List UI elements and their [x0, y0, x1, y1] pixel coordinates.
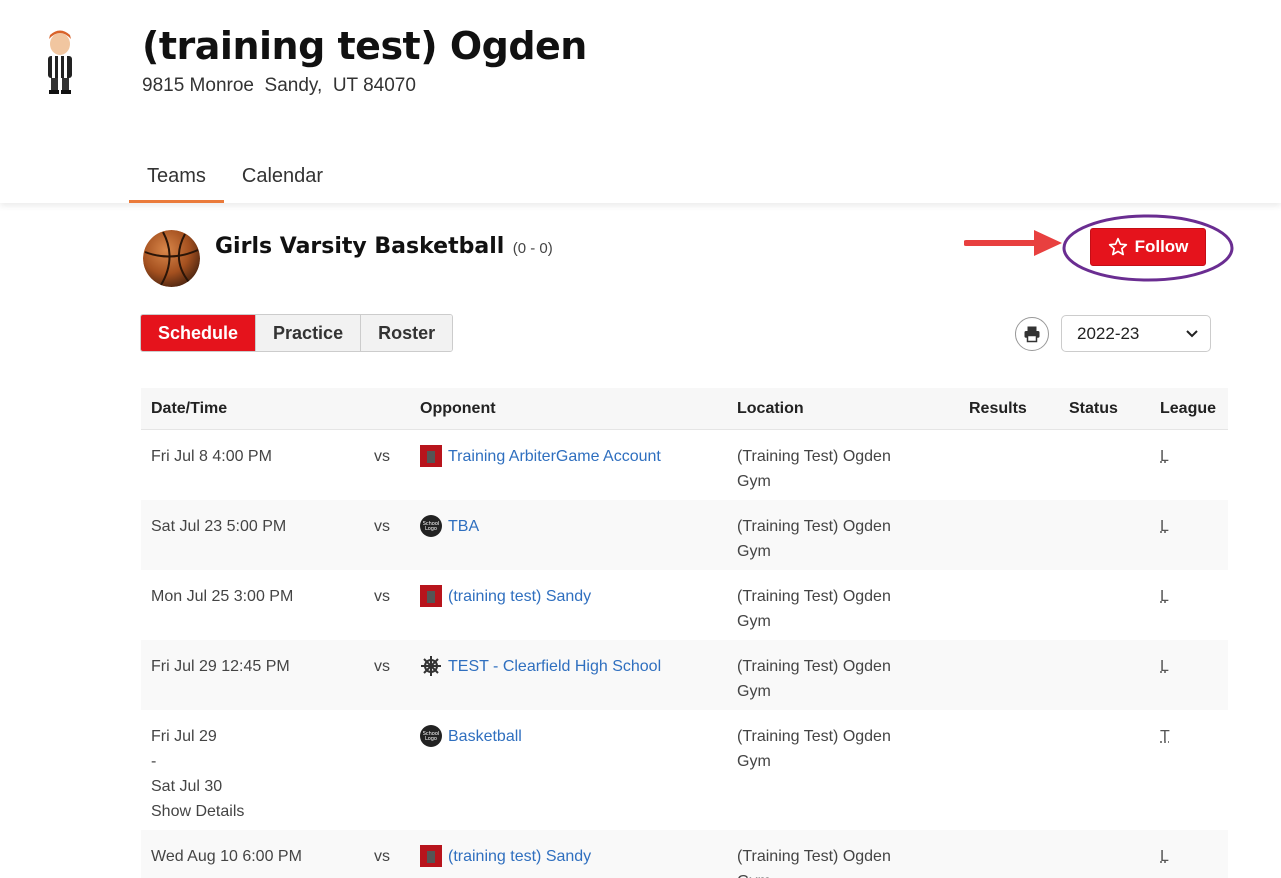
- row-location: (Training Test) Ogden: [737, 658, 891, 675]
- subtab-roster[interactable]: Roster: [361, 315, 453, 351]
- show-details-link[interactable]: Show Details: [151, 799, 244, 824]
- ship-wheel-icon: [421, 656, 441, 676]
- school-address: 9815 Monroe Sandy, UT 84070: [142, 75, 416, 96]
- row-vs: vs: [374, 448, 390, 465]
- table-row: Wed Aug 10 6:00 PM vs (training test) Sa…: [141, 830, 1228, 878]
- row-date-separator: -: [151, 753, 157, 770]
- school-logo-placeholder-icon: SchoolLogo: [420, 725, 442, 747]
- opponent-link[interactable]: Basketball: [448, 724, 522, 749]
- school-header: (training test) Ogden 9815 Monroe Sandy,…: [0, 0, 1281, 203]
- subtab-schedule[interactable]: Schedule: [141, 315, 257, 351]
- row-location: (Training Test) Ogden: [737, 848, 891, 865]
- row-league[interactable]: L: [1160, 514, 1169, 539]
- tab-teams[interactable]: Teams: [129, 158, 224, 203]
- row-date-end: Sat Jul 30: [151, 778, 223, 795]
- row-vs: vs: [374, 848, 390, 865]
- row-league[interactable]: T: [1160, 724, 1170, 749]
- row-vs: vs: [374, 658, 390, 675]
- table-row: Fri Jul 8 4:00 PM vs Training ArbiterGam…: [141, 430, 1228, 500]
- row-location: (Training Test) Ogden: [737, 448, 891, 465]
- row-league[interactable]: L: [1160, 844, 1169, 869]
- row-date: Fri Jul 8 4:00 PM: [151, 448, 272, 465]
- table-row: Mon Jul 25 3:00 PM vs (training test) Sa…: [141, 570, 1228, 640]
- header-opponent: Opponent: [420, 400, 496, 417]
- svg-text:Logo: Logo: [425, 736, 437, 742]
- table-row: Fri Jul 29 - Sat Jul 30 Show Details Sch…: [141, 710, 1228, 830]
- red-school-logo-icon: [420, 845, 442, 867]
- row-league[interactable]: L: [1160, 444, 1169, 469]
- row-location-line2: Gym: [737, 543, 771, 560]
- opponent-link[interactable]: Training ArbiterGame Account: [448, 444, 661, 469]
- team-record: (0 - 0): [512, 240, 553, 257]
- row-location-line2: Gym: [737, 753, 771, 770]
- row-league[interactable]: L: [1160, 584, 1169, 609]
- red-school-logo-icon: [420, 585, 442, 607]
- school-logo-placeholder-icon: SchoolLogo: [420, 515, 442, 537]
- tab-calendar[interactable]: Calendar: [224, 158, 341, 203]
- header-league: League: [1160, 400, 1217, 417]
- main-tabs: Teams Calendar: [129, 158, 341, 203]
- row-date: Wed Aug 10 6:00 PM: [151, 848, 302, 865]
- row-location-line2: Gym: [737, 613, 771, 630]
- red-school-logo-icon: [420, 445, 442, 467]
- header-datetime: Date/Time: [151, 400, 228, 417]
- row-location: (Training Test) Ogden: [737, 728, 891, 745]
- row-date: Fri Jul 29 12:45 PM: [151, 658, 290, 675]
- table-row: Fri Jul 29 12:45 PM vs TEST - Clearfield…: [141, 640, 1228, 710]
- school-name: (training test) Ogden: [142, 24, 587, 68]
- row-location-line2: Gym: [737, 683, 771, 700]
- opponent-link[interactable]: TBA: [448, 514, 479, 539]
- opponent-link[interactable]: (training test) Sandy: [448, 844, 591, 869]
- chevron-down-icon: [1186, 330, 1198, 338]
- row-league[interactable]: L: [1160, 654, 1169, 679]
- row-vs: vs: [374, 518, 390, 535]
- basketball-avatar: [143, 230, 200, 287]
- header-status: Status: [1069, 400, 1118, 417]
- print-button[interactable]: [1015, 317, 1049, 351]
- subtab-practice[interactable]: Practice: [256, 315, 362, 351]
- row-location-line2: Gym: [737, 869, 891, 878]
- school-logo: [22, 22, 98, 98]
- annotation-arrow-icon: [964, 230, 1062, 256]
- row-location: (Training Test) Ogden: [737, 588, 891, 605]
- follow-label: Follow: [1134, 237, 1189, 256]
- row-date: Sat Jul 23 5:00 PM: [151, 518, 287, 535]
- season-select[interactable]: 2022-23: [1061, 315, 1211, 352]
- svg-text:Logo: Logo: [425, 526, 437, 532]
- row-date: Mon Jul 25 3:00 PM: [151, 588, 294, 605]
- schedule-table: Date/Time Opponent Location Results Stat…: [141, 388, 1228, 878]
- star-icon: [1108, 237, 1127, 256]
- season-value: 2022-23: [1077, 324, 1140, 343]
- opponent-link[interactable]: TEST - Clearfield High School: [448, 654, 661, 679]
- header-results: Results: [969, 400, 1027, 417]
- team-subtabs: Schedule Practice Roster: [140, 314, 454, 352]
- header-location: Location: [737, 400, 804, 417]
- row-location-line2: Gym: [737, 473, 771, 490]
- team-name: Girls Varsity Basketball: [215, 234, 505, 259]
- row-vs: vs: [374, 588, 390, 605]
- opponent-link[interactable]: (training test) Sandy: [448, 584, 591, 609]
- row-location: (Training Test) Ogden: [737, 518, 891, 535]
- table-row: Sat Jul 23 5:00 PM vs School Logo TBA (Tr…: [141, 500, 1228, 570]
- table-header: Date/Time Opponent Location Results Stat…: [141, 388, 1228, 430]
- follow-button[interactable]: Follow: [1090, 228, 1206, 266]
- printer-icon: [1024, 326, 1040, 343]
- row-date: Fri Jul 29: [151, 728, 217, 745]
